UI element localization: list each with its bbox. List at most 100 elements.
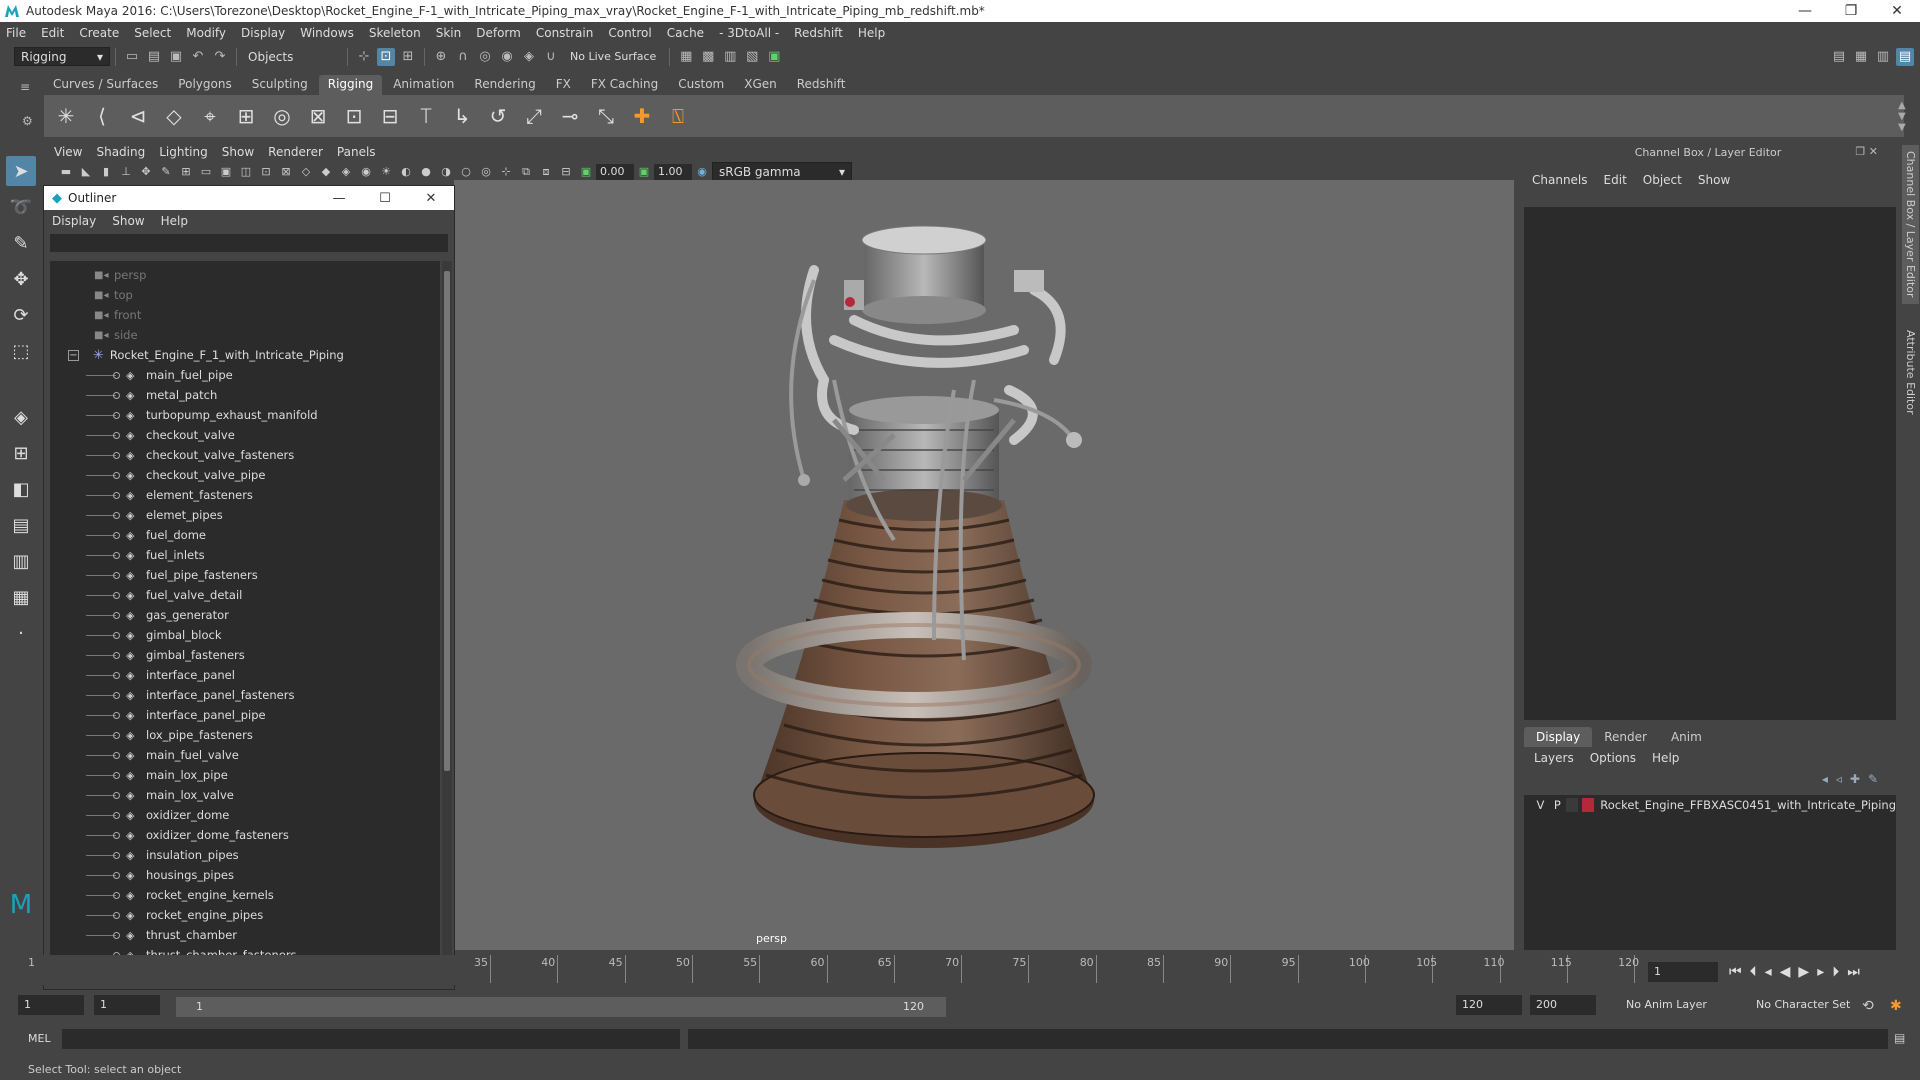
outliner-item[interactable]: ◈ rocket_engine_kernels xyxy=(50,885,440,905)
menu-3dtoall[interactable]: - 3DtoAll - xyxy=(719,26,779,40)
orient-constraint-icon[interactable]: ↺ xyxy=(484,102,512,130)
aim-constraint-icon[interactable]: ⊸ xyxy=(556,102,584,130)
outliner-item[interactable]: ◈ interface_panel xyxy=(50,665,440,685)
motion-blur-icon[interactable]: ◑ xyxy=(438,164,454,180)
outliner-item[interactable]: ◈ checkout_valve_fasteners xyxy=(50,445,440,465)
tab-display[interactable]: Display xyxy=(1524,727,1593,747)
layer-menu-layers[interactable]: Layers xyxy=(1534,751,1574,765)
anim-preferences-icon[interactable]: ✱ xyxy=(1890,998,1902,1014)
select-object-icon[interactable]: ⊡ xyxy=(377,47,395,66)
shelf-tab-fx-caching[interactable]: FX Caching xyxy=(582,75,667,95)
outliner-item-side[interactable]: ■◂ side xyxy=(50,325,440,345)
menu-redshift[interactable]: Redshift xyxy=(794,26,843,40)
perspective-viewport[interactable] xyxy=(454,180,1514,950)
shelf-tab-curves-surfaces[interactable]: Curves / Surfaces xyxy=(44,75,167,95)
current-frame-field[interactable]: 1 xyxy=(1648,962,1718,982)
new-layer-icon[interactable]: ✚ xyxy=(1850,772,1860,786)
shelf-tab-sculpting[interactable]: Sculpting xyxy=(243,75,317,95)
view-transform-dropdown[interactable]: sRGB gamma ▾ xyxy=(712,162,852,181)
move-layer-down-icon[interactable]: ◃ xyxy=(1836,772,1842,786)
channel-box-menu-edit[interactable]: Edit xyxy=(1604,173,1627,187)
create-locator-icon[interactable]: ⌖ xyxy=(196,102,224,130)
panel-menu-lighting[interactable]: Lighting xyxy=(159,145,208,159)
point-constraint-icon[interactable]: ↳ xyxy=(448,102,476,130)
shelf-tab-xgen[interactable]: XGen xyxy=(735,75,786,95)
lights-icon[interactable]: ☀ xyxy=(378,164,394,180)
camera-attributes-icon[interactable]: ▬ xyxy=(58,164,74,180)
undo-icon[interactable]: ↶ xyxy=(189,48,207,66)
outliner-menu-help[interactable]: Help xyxy=(161,214,188,228)
bind-skin-icon[interactable]: ⊞ xyxy=(232,102,260,130)
outliner-item[interactable]: ◈ rocket_engine_pipes xyxy=(50,905,440,925)
paint-select-icon[interactable]: ✎ xyxy=(6,228,36,258)
channel-box-menu-channels[interactable]: Channels xyxy=(1532,173,1588,187)
outliner-group-row[interactable]: − ✳ Rocket_Engine_F_1_with_Intricate_Pip… xyxy=(50,345,440,365)
step-forward-frame-icon[interactable]: ▸ xyxy=(1817,964,1824,980)
shelf-tab-rigging[interactable]: Rigging xyxy=(318,75,383,95)
image-plane-icon[interactable]: ⊥ xyxy=(118,164,134,180)
layout-four-icon[interactable]: ⊞ xyxy=(6,438,36,468)
wireframe-on-shaded-icon[interactable]: ◈ xyxy=(338,164,354,180)
snap-grid-icon[interactable]: ⊕ xyxy=(432,48,450,66)
panel-menu-show[interactable]: Show xyxy=(222,145,254,159)
2d-pan-icon[interactable]: ✥ xyxy=(138,164,154,180)
rocket-engine-model[interactable] xyxy=(454,180,1514,950)
outliner-item[interactable]: ◈ elemet_pipes xyxy=(50,505,440,525)
outliner-item[interactable]: ◈ checkout_valve xyxy=(50,425,440,445)
move-tool-icon[interactable]: ✥ xyxy=(6,264,36,294)
resolution-gate-icon[interactable]: ▣ xyxy=(218,164,234,180)
pole-vector-icon[interactable]: ⤡ xyxy=(592,102,620,130)
layer-menu-options[interactable]: Options xyxy=(1590,751,1636,765)
shelf-scroll-arrows-icon[interactable]: ▲ ▼ ▼ xyxy=(1898,100,1906,133)
step-forward-key-icon[interactable]: ⏵ xyxy=(1832,964,1839,980)
set-driven-key-icon[interactable]: ⍂ xyxy=(664,102,692,130)
menu-control[interactable]: Control xyxy=(608,26,651,40)
select-tool-icon[interactable]: ➤ xyxy=(6,156,36,186)
isolate-select-icon[interactable]: ⊹ xyxy=(498,164,514,180)
panel-menu-shading[interactable]: Shading xyxy=(96,145,145,159)
maximize-icon[interactable]: ☐ xyxy=(362,191,408,206)
camera-icon[interactable]: ◣ xyxy=(78,164,94,180)
cluster-icon[interactable]: ⊡ xyxy=(340,102,368,130)
outliner-item[interactable]: ◈ main_fuel_valve xyxy=(50,745,440,765)
outliner-item-persp[interactable]: ■◂ persp xyxy=(50,265,440,285)
menu-modify[interactable]: Modify xyxy=(186,26,226,40)
snap-view-icon[interactable]: ◉ xyxy=(498,48,516,66)
menu-display[interactable]: Display xyxy=(241,26,285,40)
outliner-item[interactable]: ◈ gimbal_block xyxy=(50,625,440,645)
outliner-item[interactable]: ◈ main_lox_pipe xyxy=(50,765,440,785)
outliner-item[interactable]: ◈ checkout_valve_pipe xyxy=(50,465,440,485)
layer-row[interactable]: V P Rocket_Engine_FFBXASC0451_with_Intri… xyxy=(1524,795,1896,815)
color-management-icon[interactable]: ◉ xyxy=(694,164,710,180)
menu-skin[interactable]: Skin xyxy=(436,26,462,40)
play-backwards-icon[interactable]: ◀ xyxy=(1780,964,1791,980)
command-language-label[interactable]: MEL xyxy=(28,1032,51,1045)
gamma-icon[interactable]: ▣ xyxy=(636,164,652,180)
film-gate-icon[interactable]: ▭ xyxy=(198,164,214,180)
menu-help[interactable]: Help xyxy=(858,26,885,40)
move-layer-up-icon[interactable]: ◂ xyxy=(1822,772,1828,786)
joint-tool-icon[interactable]: ✳ xyxy=(52,102,80,130)
exposure-field[interactable]: 0.00 xyxy=(596,163,634,180)
scale-constraint-icon[interactable]: ⤢ xyxy=(520,102,548,130)
shelf-options-icon[interactable]: ⚙ xyxy=(22,114,33,128)
menu-windows[interactable]: Windows xyxy=(300,26,354,40)
textured-icon[interactable]: ◉ xyxy=(358,164,374,180)
insert-joint-icon[interactable]: ◇ xyxy=(160,102,188,130)
workspace-icon[interactable]: ▤ xyxy=(1830,48,1848,66)
xray-components-icon[interactable]: ⊟ xyxy=(558,164,574,180)
shelf-tab-polygons[interactable]: Polygons xyxy=(169,75,240,95)
menu-select[interactable]: Select xyxy=(134,26,171,40)
gamma-field[interactable]: 1.00 xyxy=(654,163,692,180)
outliner-item[interactable]: ◈ fuel_valve_detail xyxy=(50,585,440,605)
outliner-item[interactable]: ◈ gimbal_fasteners xyxy=(50,645,440,665)
go-to-end-icon[interactable]: ⏭ xyxy=(1847,964,1860,980)
toggle-panels-icon[interactable]: ▥ xyxy=(1874,48,1892,66)
outliner-vertical-scrollbar[interactable] xyxy=(442,261,452,961)
outliner-item[interactable]: ◈ main_lox_valve xyxy=(50,785,440,805)
wireframe-icon[interactable]: ◇ xyxy=(298,164,314,180)
ik-spline-icon[interactable]: ⊲ xyxy=(124,102,152,130)
render-settings-icon[interactable]: ▦ xyxy=(677,48,695,66)
layout-graph-icon[interactable]: ▥ xyxy=(6,546,36,576)
add-attribute-icon[interactable]: ✚ xyxy=(628,102,656,130)
